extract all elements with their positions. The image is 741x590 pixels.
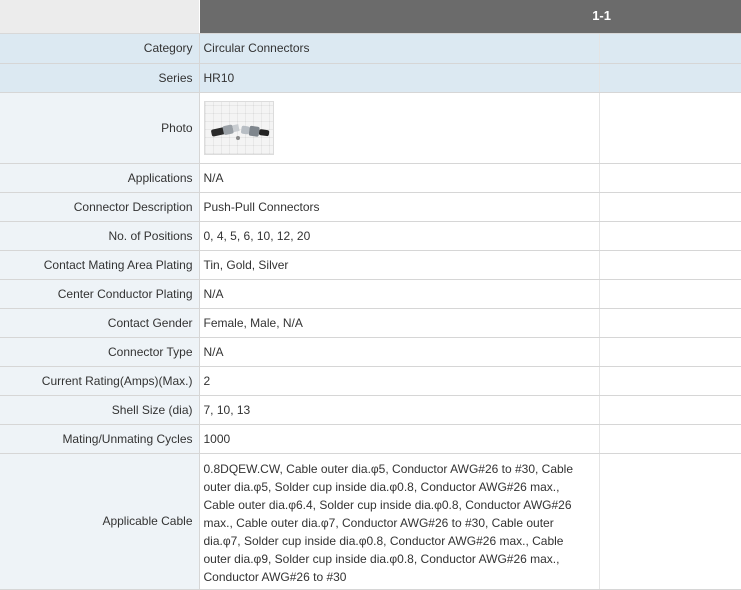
connector-photo-icon xyxy=(210,123,269,140)
table-row-mating-cycles: Mating/Unmating Cycles 1000 xyxy=(0,424,741,454)
row-label: Center Conductor Plating xyxy=(0,279,200,309)
spec-table: Category Circular Connectors Series HR10… xyxy=(0,34,741,590)
row-value: Female, Male, N/A xyxy=(199,308,600,338)
row-value-photo xyxy=(199,92,600,164)
column-header-1-1[interactable]: 1-1 xyxy=(200,0,741,33)
row-extra xyxy=(599,34,741,64)
table-header: 1-1 xyxy=(0,0,741,34)
row-label: Shell Size (dia) xyxy=(0,395,200,425)
row-label: Photo xyxy=(0,92,200,164)
row-label: Connector Description xyxy=(0,192,200,222)
row-value: 0.8DQEW.CW, Cable outer dia.φ5, Conducto… xyxy=(199,453,600,590)
row-extra xyxy=(599,250,741,280)
row-label: Connector Type xyxy=(0,337,200,367)
table-row-connector-description: Connector Description Push-Pull Connecto… xyxy=(0,192,741,222)
row-value: 0, 4, 5, 6, 10, 12, 20 xyxy=(199,221,600,251)
row-extra xyxy=(599,453,741,590)
row-value: N/A xyxy=(199,337,600,367)
table-row-contact-plating: Contact Mating Area Plating Tin, Gold, S… xyxy=(0,250,741,280)
row-extra xyxy=(599,337,741,367)
table-row-contact-gender: Contact Gender Female, Male, N/A xyxy=(0,308,741,338)
table-row-center-plating: Center Conductor Plating N/A xyxy=(0,279,741,309)
table-row-positions: No. of Positions 0, 4, 5, 6, 10, 12, 20 xyxy=(0,221,741,251)
table-row-connector-type: Connector Type N/A xyxy=(0,337,741,367)
row-extra xyxy=(599,366,741,396)
row-value: 1000 xyxy=(199,424,600,454)
row-label: Applications xyxy=(0,163,200,193)
row-value: 7, 10, 13 xyxy=(199,395,600,425)
row-extra xyxy=(599,163,741,193)
row-label: Mating/Unmating Cycles xyxy=(0,424,200,454)
row-value: 2 xyxy=(199,366,600,396)
row-label: Current Rating(Amps)(Max.) xyxy=(0,366,200,396)
row-label: Contact Mating Area Plating xyxy=(0,250,200,280)
table-row-applicable-cable: Applicable Cable 0.8DQEW.CW, Cable outer… xyxy=(0,453,741,590)
row-extra xyxy=(599,63,741,93)
row-extra xyxy=(599,395,741,425)
table-row-current-rating: Current Rating(Amps)(Max.) 2 xyxy=(0,366,741,396)
connector-photo[interactable] xyxy=(203,100,274,155)
row-label: Contact Gender xyxy=(0,308,200,338)
row-label: Applicable Cable xyxy=(0,453,200,590)
row-extra xyxy=(599,424,741,454)
row-label: Series xyxy=(0,63,200,93)
table-row-shell-size: Shell Size (dia) 7, 10, 13 xyxy=(0,395,741,425)
row-value: Push-Pull Connectors xyxy=(199,192,600,222)
table-row-series: Series HR10 xyxy=(0,63,741,93)
row-extra xyxy=(599,308,741,338)
row-extra xyxy=(599,279,741,309)
table-row-category: Category Circular Connectors xyxy=(0,34,741,64)
header-blank-cell xyxy=(0,0,199,33)
row-value: Circular Connectors xyxy=(199,34,600,64)
row-extra xyxy=(599,92,741,164)
row-value: N/A xyxy=(199,279,600,309)
table-row-photo: Photo xyxy=(0,92,741,164)
row-extra xyxy=(599,192,741,222)
row-extra xyxy=(599,221,741,251)
row-label: No. of Positions xyxy=(0,221,200,251)
row-value: HR10 xyxy=(199,63,600,93)
table-row-applications: Applications N/A xyxy=(0,163,741,193)
row-value: N/A xyxy=(199,163,600,193)
row-label: Category xyxy=(0,34,200,64)
row-value: Tin, Gold, Silver xyxy=(199,250,600,280)
